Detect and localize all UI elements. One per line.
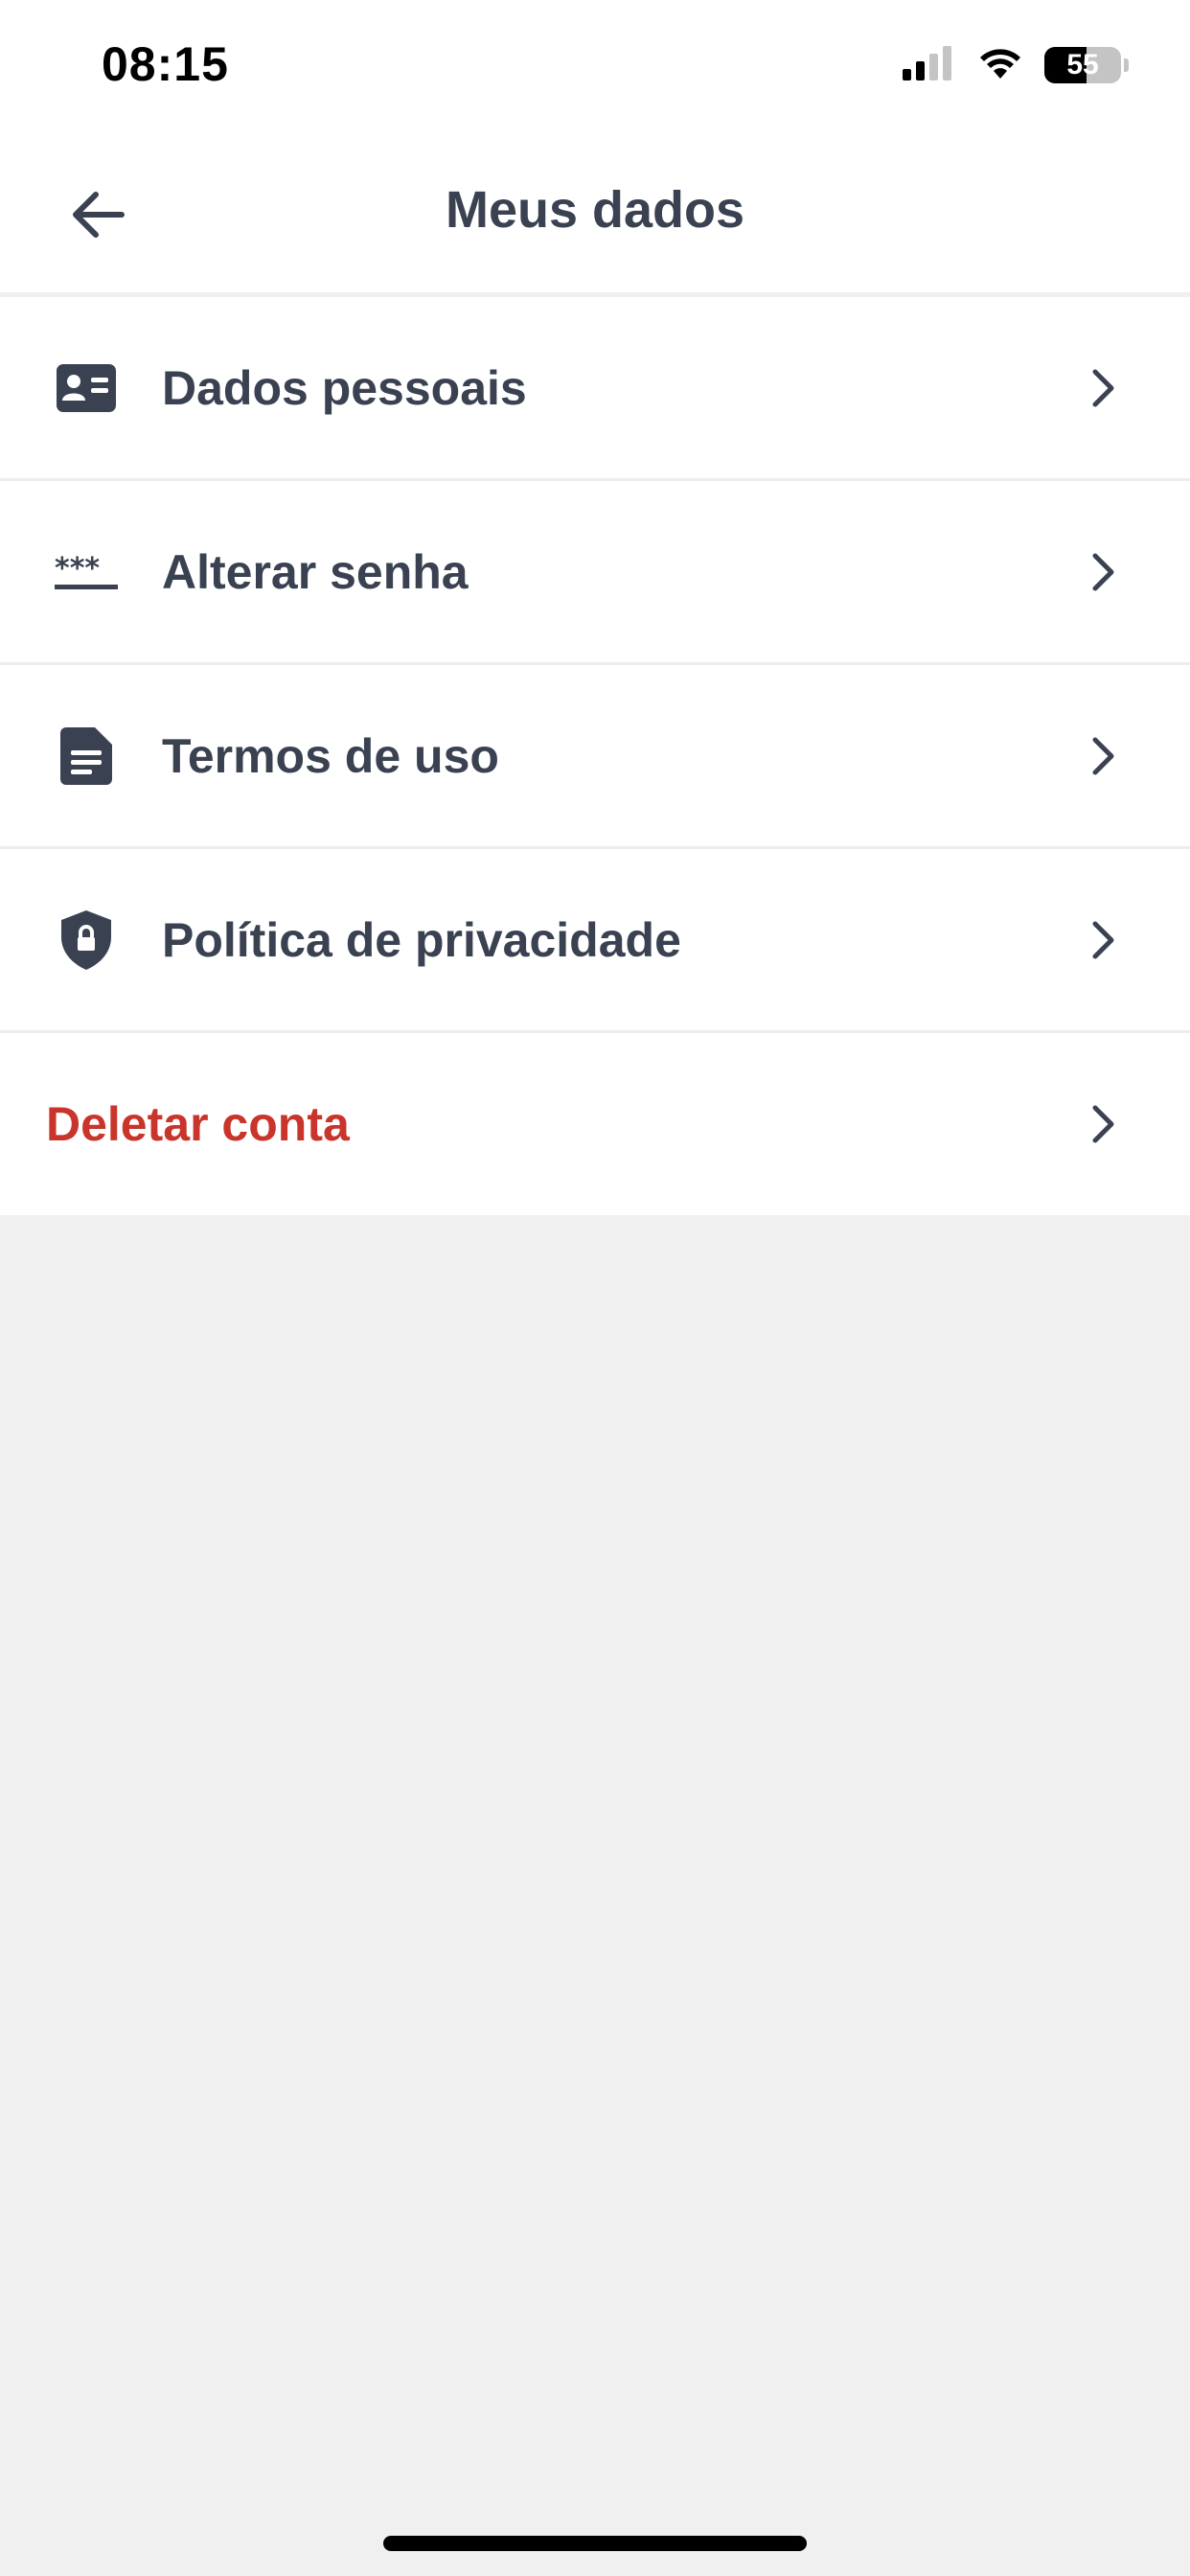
wifi-icon xyxy=(977,46,1023,85)
menu-item-termos-de-uso[interactable]: Termos de uso xyxy=(0,665,1190,849)
document-icon xyxy=(54,724,119,789)
status-icons: 55 xyxy=(903,44,1129,86)
chevron-right-icon xyxy=(1085,911,1123,969)
chevron-right-icon xyxy=(1085,727,1123,785)
menu-item-label: Dados pessoais xyxy=(162,360,527,415)
menu-item-label: Alterar senha xyxy=(162,544,469,599)
menu-item-dados-pessoais[interactable]: Dados pessoais xyxy=(0,297,1190,481)
menu-item-label: Política de privacidade xyxy=(162,912,681,967)
header: Meus dados xyxy=(0,134,1190,292)
screen: 08:15 55 Meus dados Dados pessoais *** A… xyxy=(0,0,1190,2576)
id-card-icon xyxy=(54,356,119,421)
battery-cap xyxy=(1124,58,1129,72)
status-bar: 08:15 55 xyxy=(0,0,1190,134)
delete-account-label: Deletar conta xyxy=(46,1097,350,1151)
page-title: Meus dados xyxy=(445,181,745,239)
menu-item-deletar-conta[interactable]: Deletar conta xyxy=(0,1033,1190,1215)
chevron-right-icon xyxy=(1085,543,1123,601)
chevron-right-icon xyxy=(1085,359,1123,417)
chevron-right-icon xyxy=(1085,1095,1123,1153)
home-indicator xyxy=(383,2536,807,2551)
battery-level: 55 xyxy=(1066,49,1099,80)
password-icon: *** xyxy=(54,540,119,605)
status-time: 08:15 xyxy=(102,37,229,91)
menu-item-label: Termos de uso xyxy=(162,728,499,783)
menu-item-politica-de-privacidade[interactable]: Política de privacidade xyxy=(0,849,1190,1033)
settings-menu: Dados pessoais *** Alterar senha Termos … xyxy=(0,297,1190,1215)
svg-text:***: *** xyxy=(55,553,100,586)
battery-icon: 55 xyxy=(1044,47,1121,83)
menu-item-alterar-senha[interactable]: *** Alterar senha xyxy=(0,481,1190,665)
shield-lock-icon xyxy=(54,908,119,973)
signal-icon xyxy=(903,45,956,85)
